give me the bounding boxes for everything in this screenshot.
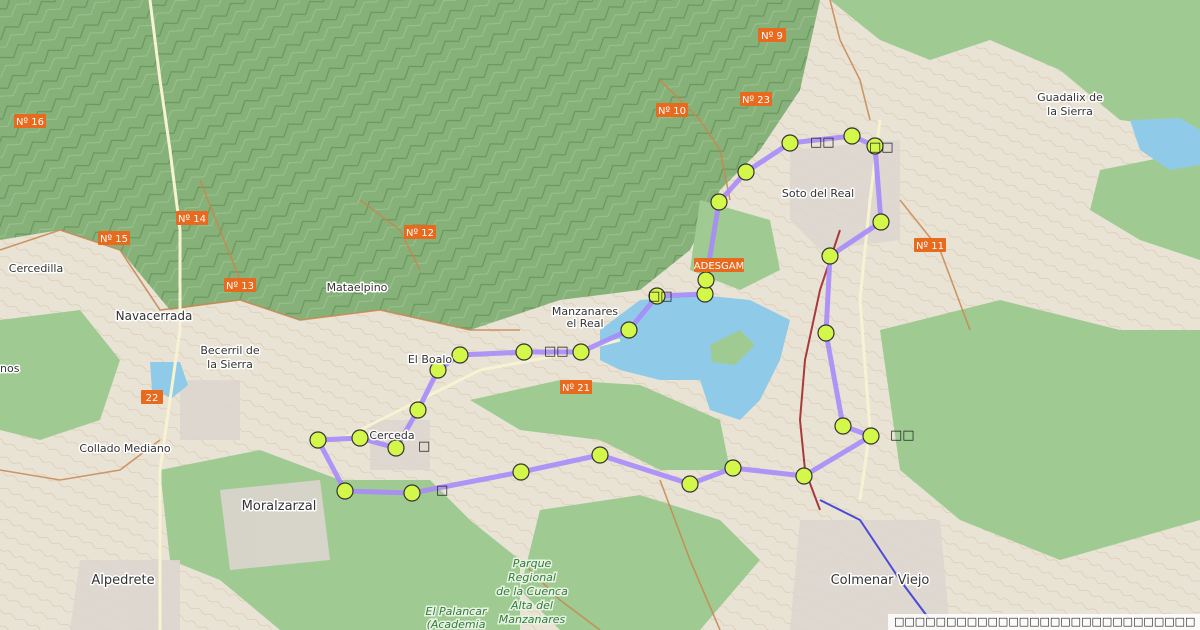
waypoint[interactable] [351,429,369,447]
svg-text:(Academia: (Academia [427,618,486,630]
road-shield: Nº 16 [14,114,46,128]
waypoint[interactable] [451,346,469,364]
poi-label: □□ [810,135,835,150]
place-label: el Real [566,317,603,330]
svg-text:Regional: Regional [508,571,556,584]
svg-text:Parque: Parque [513,557,552,570]
waypoint[interactable] [872,213,890,231]
waypoint[interactable] [620,321,638,339]
svg-text:Alta del: Alta del [510,599,553,612]
waypoint[interactable] [336,482,354,500]
svg-text:Nº 15: Nº 15 [100,234,128,245]
road-shield: Nº 14 [176,211,208,225]
place-label: Cerceda [369,429,414,442]
svg-text:Nº 13: Nº 13 [226,281,254,292]
place-label: Soto del Real [782,187,854,200]
poi-label: □□ [869,140,894,155]
waypoint[interactable] [387,439,405,457]
poi-label: □□ [890,428,915,443]
place-label: Collado Mediano [79,442,170,455]
waypoint[interactable] [591,446,609,464]
svg-text:Nº 11: Nº 11 [916,241,944,252]
poi-label: □□ [648,289,673,304]
place-label: Colmenar Viejo [831,573,930,588]
map-attribution: □□□□□□□□□□□□□□□□□□□□□□□□□□□□□ [888,614,1200,630]
place-label: Navacerrada [116,309,193,323]
svg-text:Nº 16: Nº 16 [16,117,44,128]
waypoint[interactable] [697,271,715,289]
place-label: El Boalo [408,353,453,366]
svg-text:El Palancar: El Palancar [426,605,488,618]
waypoint[interactable] [834,417,852,435]
road-shield: Nº 9 [758,28,786,42]
place-label: Guadalix de [1037,91,1103,104]
waypoint[interactable] [821,247,839,265]
waypoint[interactable] [781,134,799,152]
svg-text:Nº 14: Nº 14 [178,214,206,225]
svg-text:de la Cuenca: de la Cuenca [496,585,568,598]
waypoint[interactable] [403,484,421,502]
road-shield: Nº 12 [404,225,436,239]
svg-text:Nº 23: Nº 23 [742,95,770,106]
waypoint[interactable] [512,463,530,481]
svg-text:Manzanares: Manzanares [499,613,566,626]
place-label: Becerril de [200,344,260,357]
adesgam-label: ADESGAM [694,258,744,272]
svg-text:ADESGAM: ADESGAM [694,261,744,272]
waypoint[interactable] [843,127,861,145]
svg-text:Nº 10: Nº 10 [658,106,686,117]
svg-text:22: 22 [146,393,159,404]
waypoint[interactable] [817,324,835,342]
waypoint[interactable] [795,467,813,485]
waypoint[interactable] [572,343,590,361]
waypoint[interactable] [724,459,742,477]
place-label: Mataelpino [327,281,388,294]
poi-label: □ [418,439,430,454]
poi-label: □ [436,483,448,498]
waypoint[interactable] [681,475,699,493]
road-shield: Nº 23 [740,92,772,106]
place-label: la Sierra [1047,105,1093,118]
place-label: nos [0,362,20,375]
waypoint[interactable] [737,163,755,181]
poi-label: □□ [544,344,569,359]
road-shield: 22 [141,390,163,404]
svg-text:Nº 9: Nº 9 [761,31,783,42]
map-canvas[interactable]: Nº 9 Nº 10 Nº 23 Nº 16 Nº 14 Nº 15 Nº 13… [0,0,1200,630]
waypoint[interactable] [309,431,327,449]
waypoint[interactable] [409,401,427,419]
svg-text:Nº 21: Nº 21 [562,383,590,394]
place-label: Alpedrete [91,573,154,588]
svg-text:Nº 12: Nº 12 [406,228,434,239]
road-shield: Nº 10 [656,103,688,117]
waypoint[interactable] [710,193,728,211]
waypoint[interactable] [515,343,533,361]
road-shield: Nº 21 [560,380,592,394]
road-shield: Nº 11 [914,238,946,252]
road-shield: Nº 15 [98,231,130,245]
road-shield: Nº 13 [224,278,256,292]
place-label: Cercedilla [9,262,63,275]
place-label: Moralzarzal [242,499,317,514]
palancar-label: El Palancar (Academia [424,604,489,630]
place-label: la Sierra [207,358,253,371]
waypoint[interactable] [862,427,880,445]
